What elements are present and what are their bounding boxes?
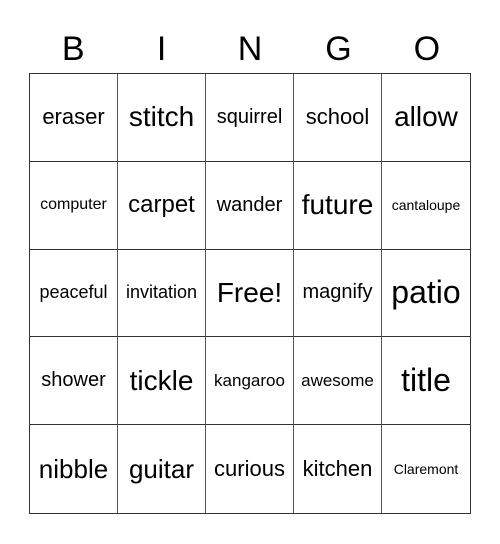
bingo-cell[interactable]: shower xyxy=(30,337,118,426)
bingo-cell[interactable]: patio xyxy=(382,250,470,338)
bingo-cell[interactable]: awesome xyxy=(294,337,382,426)
header-letter-i: I xyxy=(156,30,167,68)
bingo-cell[interactable]: invitation xyxy=(118,249,206,338)
header-letter-n: N xyxy=(237,30,263,68)
bingo-cell[interactable]: school xyxy=(294,74,382,162)
bingo-cell[interactable]: kitchen xyxy=(294,425,382,513)
bingo-grid: eraser stitch squirrel school allow comp… xyxy=(29,73,471,514)
bingo-cell[interactable]: squirrel xyxy=(206,74,294,162)
bingo-cell[interactable]: wander xyxy=(206,161,294,250)
bingo-cell[interactable]: computer xyxy=(30,161,118,250)
bingo-cell[interactable]: nibble xyxy=(30,425,118,513)
header-letter-o: O xyxy=(413,30,441,68)
header-letter-b: B xyxy=(61,30,85,68)
bingo-cell[interactable]: curious xyxy=(206,425,294,513)
bingo-cell[interactable]: future xyxy=(294,161,382,250)
bingo-cell[interactable]: guitar xyxy=(118,425,206,513)
bingo-cell[interactable]: Claremont xyxy=(382,425,470,513)
bingo-cell[interactable]: cantaloupe xyxy=(382,162,470,250)
bingo-cell[interactable]: allow xyxy=(382,74,470,162)
header-letter-g: G xyxy=(325,30,352,68)
bingo-cell[interactable]: peaceful xyxy=(30,249,118,338)
bingo-cell[interactable]: stitch xyxy=(118,74,206,162)
bingo-cell[interactable]: tickle xyxy=(118,337,206,426)
bingo-cell[interactable]: eraser xyxy=(30,74,118,162)
bingo-cell[interactable]: magnify xyxy=(294,249,382,338)
bingo-cell[interactable]: title xyxy=(382,337,470,426)
bingo-cell[interactable]: kangaroo xyxy=(206,337,294,426)
free-space[interactable]: Free! xyxy=(206,249,294,338)
bingo-cell[interactable]: carpet xyxy=(118,161,206,250)
bingo-header: B I N G O xyxy=(29,26,471,72)
